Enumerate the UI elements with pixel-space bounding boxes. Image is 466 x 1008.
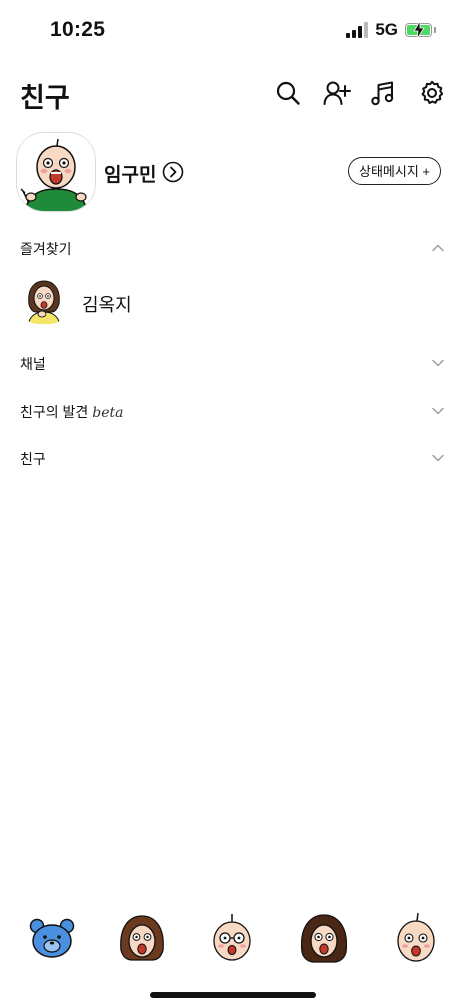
chevron-down-icon[interactable] <box>432 357 444 369</box>
music-icon[interactable] <box>370 80 396 106</box>
tab-bear[interactable] <box>24 910 80 966</box>
page-title: 친구 <box>20 83 70 113</box>
section-channels[interactable]: 채널 <box>0 345 466 381</box>
header: 친구 <box>0 70 466 120</box>
section-discover-label: 친구의 발견 beta <box>20 402 124 422</box>
section-favorites-label: 즐겨찾기 <box>20 241 72 257</box>
chevron-down-icon[interactable] <box>432 405 444 417</box>
section-discover[interactable]: 친구의 발견 beta <box>0 393 466 429</box>
chevron-up-icon[interactable] <box>432 242 444 254</box>
section-friends[interactable]: 친구 <box>0 440 466 476</box>
boy-character-icon <box>17 133 95 211</box>
status-bar: 10:25 5G <box>0 0 466 62</box>
section-friends-label: 친구 <box>20 451 46 467</box>
tab-girl-2[interactable] <box>296 910 352 966</box>
tab-girl[interactable] <box>114 910 170 966</box>
chevron-down-icon[interactable] <box>432 452 444 464</box>
section-channels-label: 채널 <box>20 356 46 372</box>
tab-glasses[interactable] <box>204 910 260 966</box>
settings-icon[interactable] <box>419 80 445 106</box>
list-item[interactable]: 김옥지 <box>0 270 466 332</box>
section-discover-title: 친구의 발견 <box>20 404 89 420</box>
battery-icon <box>405 21 432 39</box>
tab-bar <box>0 910 466 970</box>
search-icon[interactable] <box>275 80 301 106</box>
add-friend-icon[interactable] <box>323 80 351 106</box>
status-indicators: 5G <box>346 20 436 40</box>
profile-name[interactable]: 임구민 <box>104 160 156 187</box>
beta-badge: beta <box>92 405 124 421</box>
status-time: 10:25 <box>50 18 106 41</box>
network-label: 5G <box>375 20 398 39</box>
friend-avatar[interactable] <box>20 276 68 324</box>
status-message-button[interactable]: 상태메시지 + <box>348 157 442 185</box>
section-favorites[interactable]: 즐겨찾기 <box>0 230 466 266</box>
tab-boy[interactable] <box>388 910 444 966</box>
profile-avatar[interactable] <box>16 132 96 212</box>
friend-name: 김옥지 <box>82 295 132 315</box>
home-indicator[interactable] <box>150 992 316 998</box>
chevron-right-circle-icon[interactable] <box>162 161 184 183</box>
my-profile[interactable]: 임구민 상태메시지 + <box>0 132 466 214</box>
signal-icon <box>346 22 369 38</box>
girl-character-icon <box>20 276 68 324</box>
battery-cap <box>434 27 436 33</box>
